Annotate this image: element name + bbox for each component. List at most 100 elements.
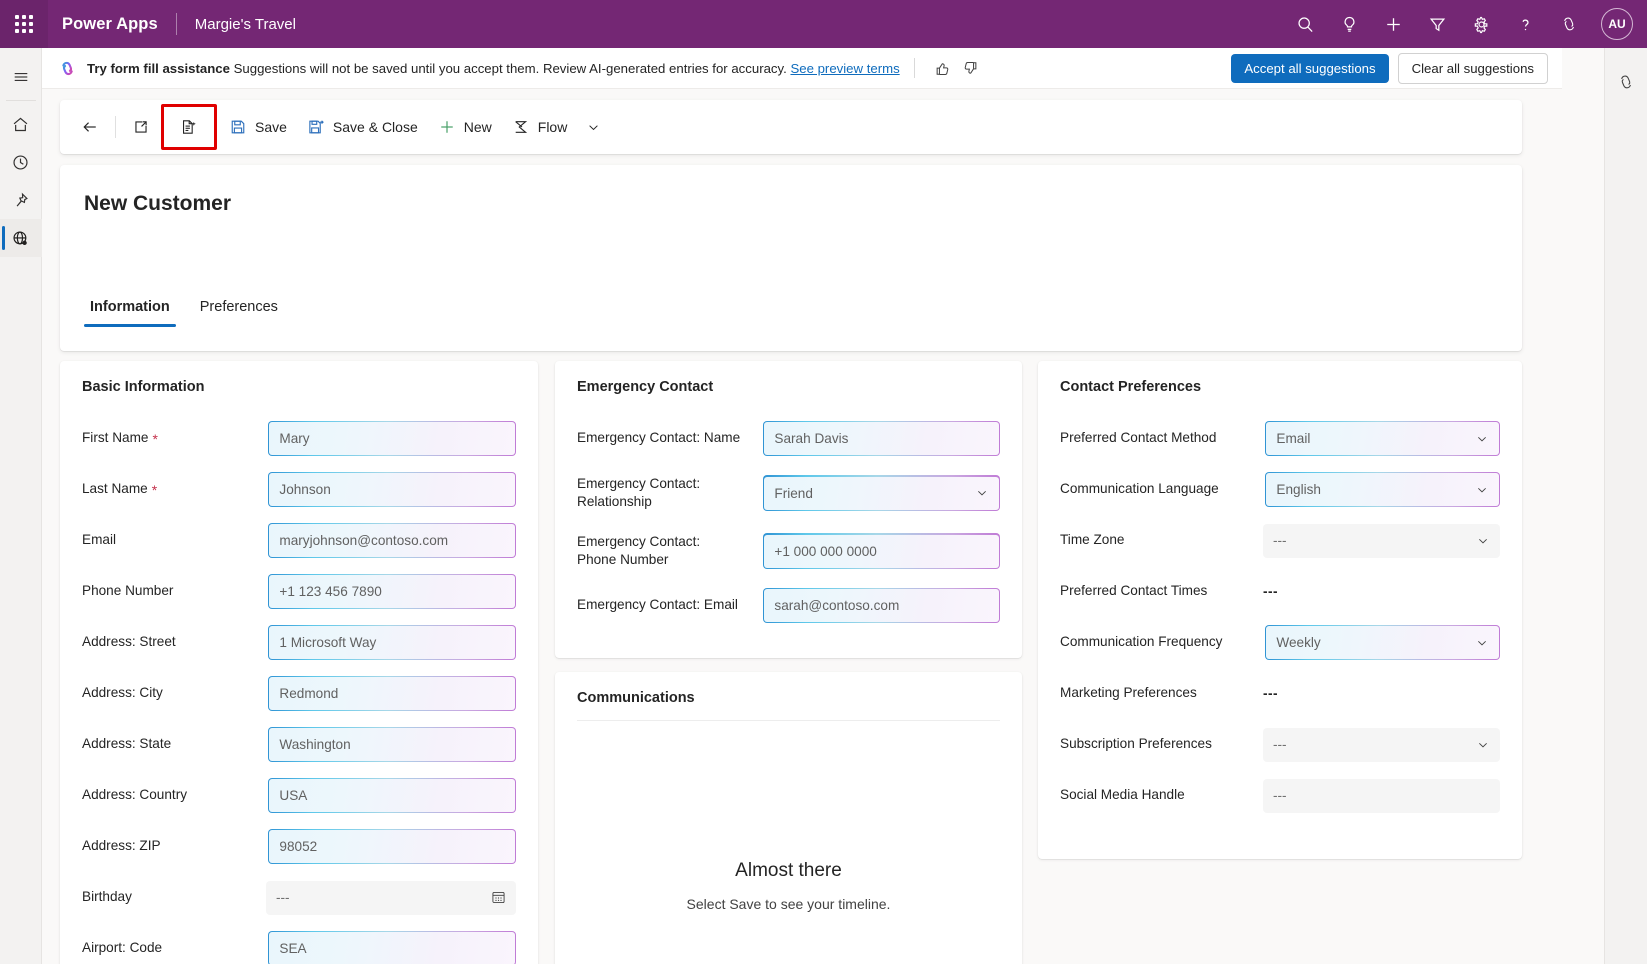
- field-social-media-handle: Social Media Handle ---: [1038, 770, 1522, 821]
- field-address-zip: Address: ZIP 98052: [60, 821, 538, 872]
- field-control: +1 123 456 7890: [268, 574, 516, 610]
- field-label: Emergency Contact: Email: [577, 596, 738, 614]
- airport-code-input[interactable]: SEA: [268, 931, 516, 964]
- preferred-contact-times-value[interactable]: ---: [1263, 584, 1278, 599]
- field-label: Airport: Code: [82, 939, 162, 957]
- new-label: New: [464, 119, 492, 135]
- chevron-down-icon[interactable]: [1475, 636, 1489, 650]
- emergency-contact-name-input[interactable]: Sarah Davis: [763, 421, 1000, 457]
- new-button[interactable]: New: [428, 108, 502, 146]
- emergency-contact-relationship-select[interactable]: Friend: [763, 475, 1000, 511]
- address-state-input[interactable]: Washington: [268, 727, 516, 763]
- address-city-input[interactable]: Redmond: [268, 676, 516, 712]
- communication-language-select[interactable]: English: [1265, 472, 1500, 508]
- field-address-state: Address: State Washington: [60, 719, 538, 770]
- field-control: ---: [1263, 728, 1500, 762]
- subscription-preferences-select[interactable]: ---: [1263, 728, 1500, 762]
- form-fill-highlight-box: [161, 104, 217, 150]
- field-value: ---: [1273, 533, 1287, 548]
- settings-gear-icon[interactable]: [1461, 4, 1501, 44]
- save-and-close-button[interactable]: Save & Close: [297, 108, 428, 146]
- help-icon[interactable]: [1505, 4, 1545, 44]
- chevron-down-icon[interactable]: [1476, 738, 1490, 752]
- sidebar-item-pinned[interactable]: [0, 181, 42, 219]
- open-in-new-window-icon: [132, 118, 150, 136]
- pin-icon: [11, 191, 30, 210]
- save-button[interactable]: Save: [219, 108, 297, 146]
- email-input[interactable]: maryjohnson@contoso.com: [268, 523, 516, 559]
- sidebar-item-customers[interactable]: [0, 219, 42, 257]
- phone-number-input[interactable]: +1 123 456 7890: [268, 574, 516, 610]
- form-fill-assist-button[interactable]: [170, 108, 208, 146]
- chevron-down-icon[interactable]: [1475, 483, 1489, 497]
- add-plus-icon: [438, 118, 456, 136]
- field-label: Last Name: [82, 480, 148, 498]
- address-street-input[interactable]: 1 Microsoft Way: [268, 625, 516, 661]
- rail-divider: [6, 100, 36, 101]
- social-media-handle-input[interactable]: ---: [1263, 779, 1500, 813]
- birthday-date-input[interactable]: ---: [266, 881, 516, 915]
- app-launcher-button[interactable]: [0, 0, 48, 48]
- chevron-down-icon[interactable]: [1475, 432, 1489, 446]
- field-value: ---: [1273, 788, 1287, 803]
- field-control: Redmond: [268, 676, 516, 712]
- user-avatar[interactable]: AU: [1601, 8, 1633, 40]
- add-icon[interactable]: [1373, 4, 1413, 44]
- field-label: Communication Frequency: [1060, 633, 1222, 651]
- communication-frequency-select[interactable]: Weekly: [1265, 625, 1500, 661]
- field-control: sarah@contoso.com: [763, 588, 1000, 624]
- last-name-input[interactable]: Johnson: [268, 472, 516, 508]
- see-preview-terms-link[interactable]: See preview terms: [790, 61, 899, 76]
- chevron-down-icon[interactable]: [1476, 534, 1490, 548]
- tab-preferences[interactable]: Preferences: [194, 293, 284, 327]
- preferred-contact-method-select[interactable]: Email: [1265, 421, 1500, 457]
- emergency-contact-email-input[interactable]: sarah@contoso.com: [763, 588, 1000, 624]
- chevron-down-icon[interactable]: [975, 486, 989, 500]
- sidebar-item-menu[interactable]: [0, 58, 42, 96]
- brand-title[interactable]: Power Apps: [62, 15, 158, 34]
- field-email: Email maryjohnson@contoso.com: [60, 515, 538, 566]
- accept-all-suggestions-button[interactable]: Accept all suggestions: [1231, 54, 1388, 83]
- field-address-country: Address: Country USA: [60, 770, 538, 821]
- filter-icon[interactable]: [1417, 4, 1457, 44]
- copilot-icon[interactable]: [1549, 4, 1589, 44]
- tab-information[interactable]: Information: [84, 293, 176, 327]
- lightbulb-icon[interactable]: [1329, 4, 1369, 44]
- flow-dropdown-button[interactable]: [577, 108, 610, 146]
- save-and-close-icon: [307, 118, 325, 136]
- sidebar-item-home[interactable]: [0, 105, 42, 143]
- emergency-contact-phone-input[interactable]: +1 000 000 0000: [763, 533, 1000, 569]
- waffle-icon: [15, 15, 33, 33]
- field-value: sarah@contoso.com: [774, 598, 899, 613]
- field-control: SEA: [268, 931, 516, 964]
- field-communication-language: Communication Language English: [1038, 464, 1522, 515]
- copilot-icon[interactable]: [1606, 62, 1646, 102]
- contact-preferences-section: Contact Preferences Preferred Contact Me…: [1038, 361, 1522, 859]
- address-country-input[interactable]: USA: [268, 778, 516, 814]
- app-name[interactable]: Margie's Travel: [195, 16, 296, 33]
- field-control: USA: [268, 778, 516, 814]
- first-name-input[interactable]: Mary: [268, 421, 516, 457]
- field-value: Sarah Davis: [774, 431, 848, 446]
- thumbs-down-icon[interactable]: [957, 54, 985, 82]
- field-label: First Name: [82, 429, 148, 447]
- brand-divider: [176, 13, 177, 35]
- open-in-new-window-button[interactable]: [123, 108, 159, 146]
- thumbs-up-icon[interactable]: [929, 54, 957, 82]
- field-value: Mary: [279, 431, 309, 446]
- address-zip-input[interactable]: 98052: [268, 829, 516, 865]
- field-first-name: First Name * Mary: [60, 413, 538, 464]
- field-label: Email: [82, 531, 116, 549]
- calendar-icon[interactable]: [491, 890, 506, 905]
- clear-all-suggestions-button[interactable]: Clear all suggestions: [1398, 53, 1548, 84]
- flow-button[interactable]: Flow: [502, 108, 578, 146]
- marketing-preferences-value[interactable]: ---: [1263, 686, 1278, 701]
- back-button[interactable]: [72, 108, 108, 146]
- sidebar-item-recent[interactable]: [0, 143, 42, 181]
- page-title: New Customer: [84, 192, 231, 216]
- search-icon[interactable]: [1285, 4, 1325, 44]
- time-zone-select[interactable]: ---: [1263, 524, 1500, 558]
- field-emergency-name: Emergency Contact: Name Sarah Davis: [555, 413, 1022, 464]
- field-value: Redmond: [279, 686, 338, 701]
- field-value: maryjohnson@contoso.com: [279, 533, 448, 548]
